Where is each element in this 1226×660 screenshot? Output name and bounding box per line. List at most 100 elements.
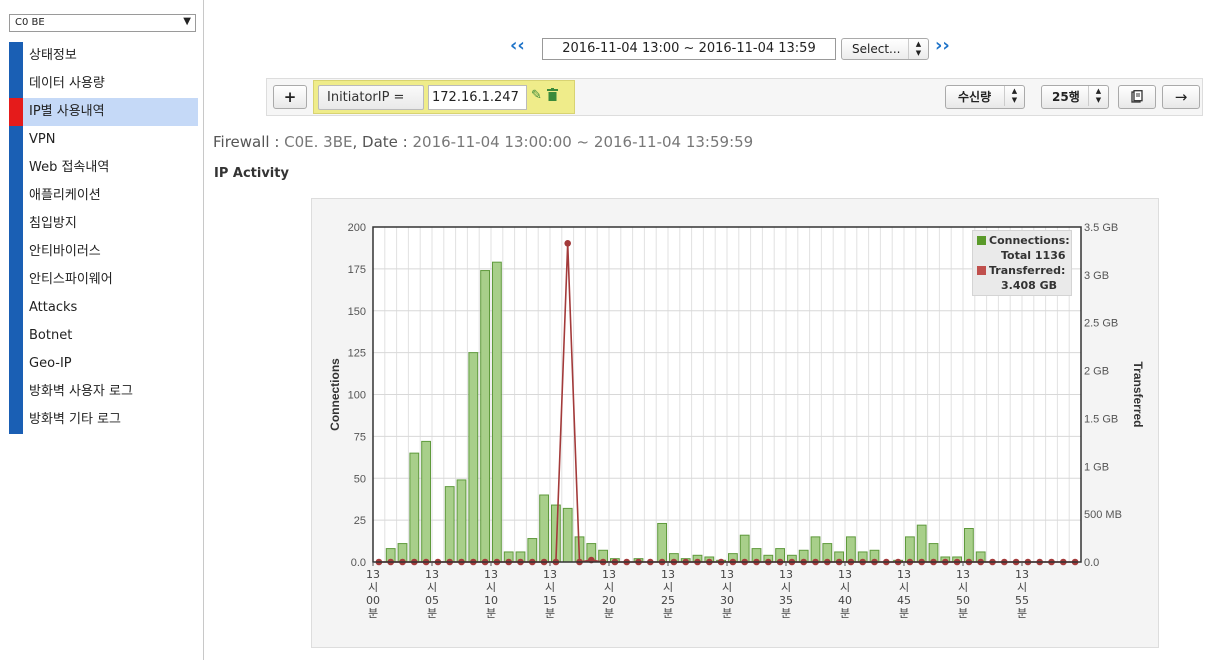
transferred-point xyxy=(564,239,571,247)
x-tick-label-line: 분 xyxy=(663,607,673,620)
x-tick-label: 13 시 00 분 xyxy=(366,568,380,620)
x-tick-label-line: 시 xyxy=(840,581,850,594)
sidebar-item[interactable]: 안티바이러스 xyxy=(9,238,198,266)
x-tick-label-line: 13 xyxy=(956,568,970,581)
x-tick-label: 13 시 45 분 xyxy=(897,568,911,620)
sidebar-item[interactable]: Attacks xyxy=(9,294,198,322)
date-label: , Date : xyxy=(352,133,413,151)
sort-select[interactable]: 수신량 ▲ ▼ xyxy=(945,85,1025,109)
period-select-label: Select... xyxy=(852,42,901,56)
date-range-input[interactable]: 2016-11-04 13:00 ~ 2016-11-04 13:59 xyxy=(542,38,836,60)
connections-bar xyxy=(468,352,479,563)
y-tick-label: 125 xyxy=(348,348,366,360)
y-axis-title: Connections xyxy=(328,358,342,431)
x-tick-label-line: 13 xyxy=(720,568,734,581)
filter-value-input[interactable]: 172.16.1.247 xyxy=(428,85,527,110)
x-tick-label-line: 00 xyxy=(366,594,380,607)
sidebar-item[interactable]: 데이터 사용량 xyxy=(9,70,198,98)
legend-item-transferred[interactable]: Transferred: xyxy=(977,264,1065,277)
x-tick-label-line: 13 xyxy=(602,568,616,581)
connections-bar xyxy=(421,440,431,563)
x-tick-label-line: 13 xyxy=(838,568,852,581)
y-tick-label: 0.0 xyxy=(351,557,366,569)
y2-tick-label: 1 GB xyxy=(1084,461,1109,473)
y2-tick-label: 0.0 xyxy=(1084,557,1099,569)
connections-bar xyxy=(739,534,750,563)
x-tick-label: 13 시 50 분 xyxy=(956,568,970,620)
x-tick-label-line: 시 xyxy=(663,581,673,594)
x-tick-label-line: 분 xyxy=(427,607,437,620)
x-tick-label: 13 시 20 분 xyxy=(602,568,616,620)
filter-field-label[interactable]: InitiatorIP = xyxy=(318,85,424,110)
sidebar-item[interactable]: IP별 사용내역 xyxy=(9,98,198,126)
sidebar-item[interactable]: Web 접속내역 xyxy=(9,154,198,182)
add-filter-button[interactable]: + xyxy=(273,85,307,109)
sidebar-item[interactable]: 방화벽 사용자 로그 xyxy=(9,378,198,406)
sidebar-item[interactable]: 안티스파이웨어 xyxy=(9,266,198,294)
x-tick-label-line: 13 xyxy=(366,568,380,581)
x-tick-label-line: 25 xyxy=(661,594,675,607)
x-tick-label-line: 분 xyxy=(958,607,968,620)
x-tick-label-line: 13 xyxy=(1015,568,1029,581)
x-tick-label-line: 13 xyxy=(425,568,439,581)
export-button[interactable]: → xyxy=(1162,85,1200,109)
spinner-icon: ▲ ▼ xyxy=(908,39,928,59)
sidebar-item[interactable]: 상태정보 xyxy=(9,42,198,70)
firewall-select[interactable]: C0 BE ▼ xyxy=(9,14,196,32)
y-tick-label: 50 xyxy=(354,473,366,485)
x-tick-label-line: 분 xyxy=(1017,607,1027,620)
x-tick-label-line: 50 xyxy=(956,594,970,607)
x-tick-label-line: 13 xyxy=(484,568,498,581)
date-value: 2016-11-04 13:00:00 ~ 2016-11-04 13:59:5… xyxy=(412,133,754,151)
period-select[interactable]: Select... ▲ ▼ xyxy=(841,38,929,60)
sidebar-item[interactable]: 애플리케이션 xyxy=(9,182,198,210)
x-tick-label-line: 13 xyxy=(897,568,911,581)
connections-bar xyxy=(964,528,974,563)
copy-icon xyxy=(1131,90,1143,103)
x-tick-label-line: 시 xyxy=(1017,581,1027,594)
x-tick-label-line: 35 xyxy=(779,594,793,607)
x-tick-label: 13 시 55 분 xyxy=(1015,568,1029,620)
edit-icon[interactable]: ✎ xyxy=(531,88,542,103)
connections-bar xyxy=(810,536,821,563)
legend-item-connections[interactable]: Connections: xyxy=(977,234,1070,247)
x-tick-label: 13 시 40 분 xyxy=(838,568,852,620)
legend-swatch xyxy=(977,266,986,275)
x-tick-label-line: 시 xyxy=(722,581,732,594)
x-tick-label-line: 13 xyxy=(779,568,793,581)
x-tick-label-line: 분 xyxy=(722,607,732,620)
x-tick-label: 13 시 05 분 xyxy=(425,568,439,620)
connections-bar xyxy=(846,536,856,563)
y2-tick-label: 3 GB xyxy=(1084,270,1109,282)
copy-button[interactable] xyxy=(1118,85,1156,109)
x-tick-label-line: 분 xyxy=(368,607,378,620)
x-tick-label-line: 13 xyxy=(543,568,557,581)
sidebar-item[interactable]: VPN xyxy=(9,126,198,154)
x-tick-label-line: 분 xyxy=(840,607,850,620)
arrow-right-icon: → xyxy=(1174,88,1188,106)
sidebar-item[interactable]: Geo-IP xyxy=(9,350,198,378)
y-tick-label: 100 xyxy=(348,390,366,402)
x-tick-label: 13 시 30 분 xyxy=(720,568,734,620)
prev-period-icon[interactable]: ‹‹ xyxy=(510,35,525,56)
firewall-select-value: C0 BE xyxy=(15,17,45,28)
next-period-icon[interactable]: ›› xyxy=(935,35,950,56)
sidebar-item[interactable]: 침입방지 xyxy=(9,210,198,238)
rows-select[interactable]: 25행 ▲ ▼ xyxy=(1041,85,1109,109)
connections-bar xyxy=(492,261,502,563)
y2-tick-label: 2 GB xyxy=(1084,366,1109,378)
trash-icon[interactable] xyxy=(547,88,558,105)
x-tick-label-line: 시 xyxy=(545,581,555,594)
spinner-icon: ▲ ▼ xyxy=(1004,86,1024,106)
x-tick-label-line: 시 xyxy=(368,581,378,594)
x-tick-label-line: 55 xyxy=(1015,594,1029,607)
y2-tick-label: 3.5 GB xyxy=(1084,222,1118,234)
y-tick-label: 200 xyxy=(348,222,366,234)
x-tick-label-line: 시 xyxy=(604,581,614,594)
sidebar-item[interactable]: Botnet xyxy=(9,322,198,350)
sidebar-item[interactable]: 방화벽 기타 로그 xyxy=(9,406,198,434)
connections-bar xyxy=(480,270,490,563)
y-tick-label: 150 xyxy=(348,306,366,318)
x-tick-label-line: 시 xyxy=(899,581,909,594)
x-tick-label-line: 10 xyxy=(484,594,498,607)
